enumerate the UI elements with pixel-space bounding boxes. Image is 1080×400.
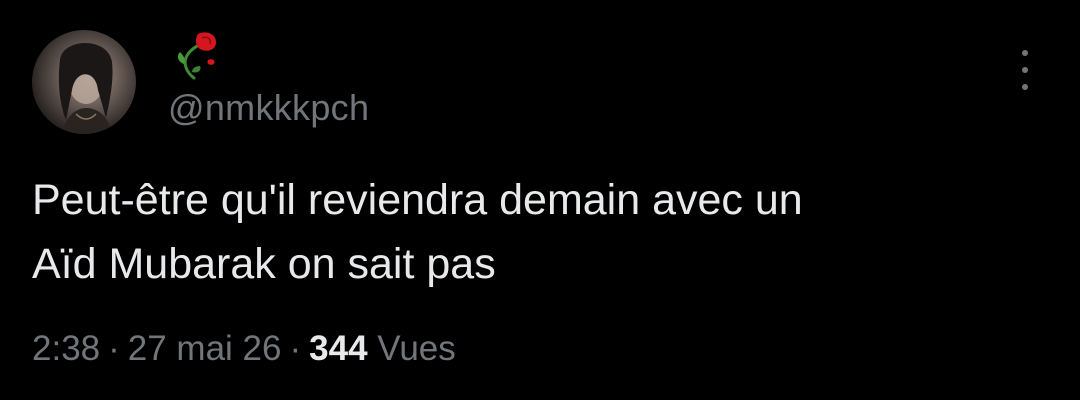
tweet-date[interactable]: 27 mai 26 bbox=[128, 329, 282, 368]
more-vertical-icon[interactable] bbox=[1008, 50, 1042, 90]
user-handle[interactable]: @nmkkkpch bbox=[168, 86, 369, 130]
meta-separator: · bbox=[108, 329, 120, 368]
tweet: @nmkkkpch Peut-être qu'il reviendra dema… bbox=[0, 0, 1080, 400]
avatar[interactable] bbox=[32, 30, 136, 134]
tweet-text: Peut-être qu'il reviendra demain avec un… bbox=[32, 176, 803, 288]
tweet-meta: 2:38 · 27 mai 26 · 344 Vues bbox=[32, 326, 456, 372]
views-label[interactable]: Vues bbox=[377, 329, 455, 368]
views-count[interactable]: 344 bbox=[309, 329, 367, 368]
display-name[interactable] bbox=[168, 28, 228, 84]
more-dot bbox=[1022, 50, 1028, 56]
more-dot bbox=[1022, 84, 1028, 90]
tweet-time[interactable]: 2:38 bbox=[32, 329, 100, 368]
wilted-rose-icon bbox=[177, 32, 216, 80]
more-dot bbox=[1022, 67, 1028, 73]
avatar-image bbox=[58, 43, 113, 134]
meta-separator: · bbox=[289, 329, 302, 368]
